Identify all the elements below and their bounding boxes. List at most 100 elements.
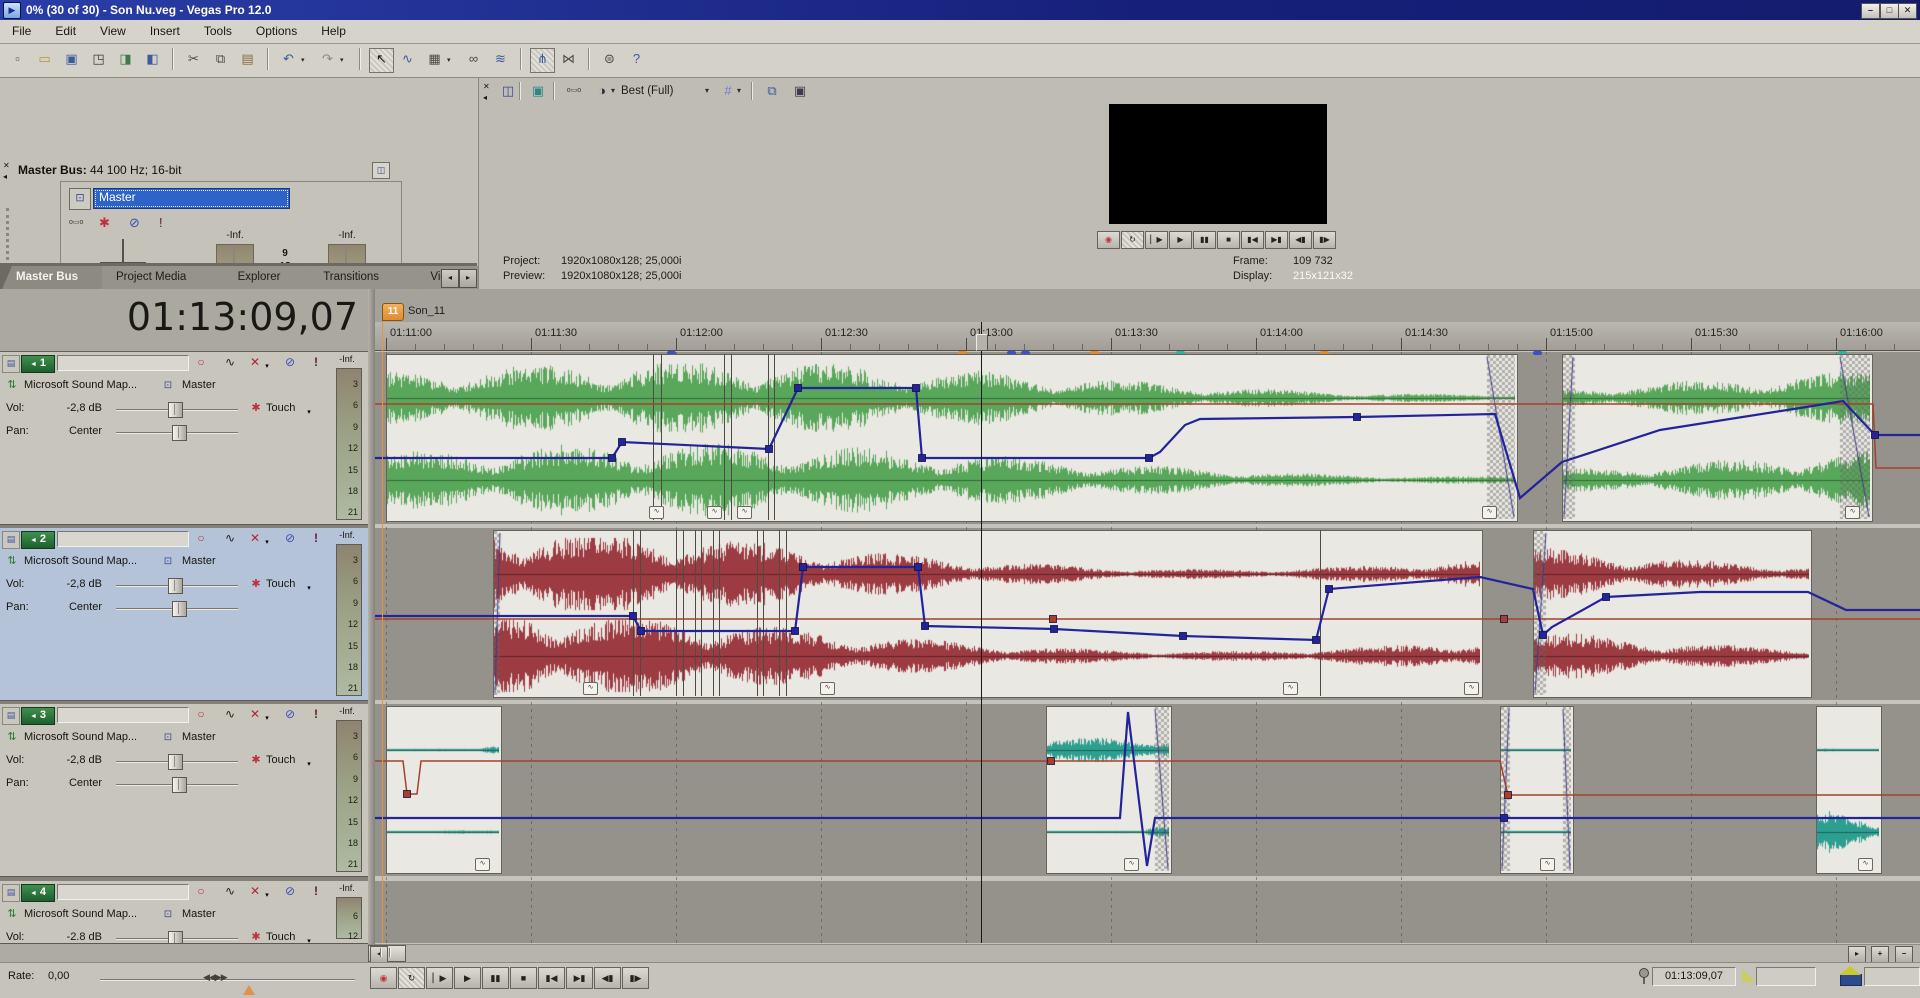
event-split[interactable] <box>695 530 696 696</box>
track-number-badge[interactable]: ◄4 <box>21 884 55 902</box>
track-name-field[interactable] <box>57 707 189 723</box>
loop-playback-button[interactable]: ↻ <box>1121 231 1144 249</box>
track-grip-icon[interactable]: ▤ <box>2 355 20 373</box>
redo-dropdown-icon[interactable]: ▾ <box>340 56 344 64</box>
time-ruler[interactable]: 01:11:0001:11:3001:12:0001:12:3001:13:00… <box>375 322 1920 351</box>
paste-icon[interactable]: ▤ <box>236 48 259 71</box>
audio-event[interactable] <box>386 354 1518 522</box>
enable-snapping-icon[interactable]: ⋔ <box>530 48 555 73</box>
bus-name[interactable]: Master <box>182 908 216 920</box>
previous-frame-button[interactable]: ◀▮ <box>594 967 621 989</box>
edit-cursor[interactable] <box>981 322 982 943</box>
next-frame-button[interactable]: ▮▶ <box>622 967 649 989</box>
minimize-button[interactable]: – <box>1861 3 1880 19</box>
overlay-grid-icon[interactable]: # <box>717 81 739 101</box>
cursor-grip[interactable] <box>976 334 988 351</box>
split-screen-icon[interactable]: ◑ <box>591 81 613 101</box>
dock-window-icon[interactable]: ◫ <box>372 162 390 179</box>
meter-clip-left[interactable]: -Inf. <box>216 230 254 241</box>
event-fx-icon[interactable]: ∿ <box>1124 858 1139 871</box>
device-name[interactable]: Microsoft Sound Map... <box>24 908 137 920</box>
rate-scrub-handle[interactable]: ◀◀▶▶ <box>203 972 227 983</box>
pan-value[interactable]: Center <box>50 425 102 437</box>
volume-slider-thumb[interactable] <box>168 402 183 418</box>
scroll-left-icon[interactable]: ◂ <box>370 946 388 963</box>
automation-dropdown-icon[interactable]: ▾ <box>304 934 314 944</box>
project-properties-icon[interactable]: ◳ <box>87 48 110 71</box>
normal-edit-tool-icon[interactable]: ↖ <box>369 48 394 73</box>
solo-icon[interactable]: ! <box>306 355 326 371</box>
event-fx-icon[interactable]: ∿ <box>1283 682 1298 695</box>
go-to-start-button[interactable]: ▮◀ <box>538 967 565 989</box>
track-name-field[interactable] <box>57 884 189 900</box>
bus-assign-icon[interactable]: ⊡ <box>160 378 176 394</box>
event-fx-icon[interactable]: ∿ <box>1858 858 1873 871</box>
stop-button[interactable]: ■ <box>1217 231 1240 249</box>
solo-icon[interactable]: ! <box>159 215 163 231</box>
automation-mode[interactable]: Touch <box>266 931 295 943</box>
menu-item-tools[interactable]: Tools <box>192 20 244 43</box>
marker-bar[interactable]: 11 Son_11 <box>375 289 1920 323</box>
event-fx-icon[interactable]: ∿ <box>583 682 598 695</box>
redo-icon[interactable]: ↷ <box>316 48 339 71</box>
menu-item-help[interactable]: Help <box>309 20 358 43</box>
go-to-end-button[interactable]: ▶▮ <box>1265 231 1288 249</box>
copy-snapshot-icon[interactable]: ⧉ <box>761 81 783 101</box>
ignore-event-grouping-icon[interactable]: ∞ <box>462 48 485 71</box>
record-button[interactable]: ◉ <box>370 967 397 989</box>
record-button[interactable]: ◉ <box>1097 231 1120 249</box>
event-split[interactable] <box>653 354 654 520</box>
record-arm-icon[interactable]: ○ <box>191 355 211 371</box>
event-fx-icon[interactable]: ∿ <box>1464 682 1479 695</box>
audio-event[interactable] <box>386 706 502 874</box>
event-split[interactable] <box>779 530 780 696</box>
track-envelope-icon[interactable]: ∿ <box>220 355 240 371</box>
selection-end-box[interactable] <box>1864 967 1920 986</box>
capture-video-icon[interactable]: ◧ <box>141 48 164 71</box>
event-split[interactable] <box>633 530 634 696</box>
track-header-1[interactable]: ▤◄1○∿✕▾⊘!⇅Microsoft Sound Map...⊡MasterV… <box>0 352 368 525</box>
audio-event[interactable] <box>1562 354 1873 522</box>
mute-icon[interactable]: ⊘ <box>280 707 300 723</box>
save-snapshot-icon[interactable]: ▣ <box>789 81 811 101</box>
audio-event[interactable] <box>1816 706 1882 874</box>
event-split[interactable] <box>786 530 787 696</box>
rate-slider-groove[interactable] <box>100 979 355 981</box>
track-fx-dropdown-icon[interactable]: ▾ <box>262 711 272 727</box>
zoom-in-icon[interactable]: + <box>1871 946 1889 963</box>
solo-icon[interactable]: ! <box>306 531 326 547</box>
automation-settings-icon[interactable]: ✱ <box>246 753 266 769</box>
automation-settings-icon[interactable]: ✱ <box>246 930 266 944</box>
selection-edit-tool-dropdown-icon[interactable]: ▾ <box>447 56 451 64</box>
mute-icon[interactable]: ⊘ <box>129 215 140 231</box>
play-from-start-button[interactable]: ▏▶ <box>426 967 453 989</box>
go-to-start-button[interactable]: ▮◀ <box>1241 231 1264 249</box>
panel-collapse-icon[interactable]: ◂ <box>483 93 487 102</box>
bus-assign-icon[interactable]: ⊡ <box>160 730 176 746</box>
track-header-4[interactable]: ▤◄4○∿✕▾⊘!⇅Microsoft Sound Map...⊡MasterV… <box>0 881 368 944</box>
automation-dropdown-icon[interactable]: ▾ <box>304 581 314 597</box>
mute-icon[interactable]: ⊘ <box>280 531 300 547</box>
menu-item-edit[interactable]: Edit <box>43 20 88 43</box>
track-number-badge[interactable]: ◄3 <box>21 707 55 725</box>
panel-grip[interactable] <box>6 208 12 266</box>
marker-tag[interactable]: 11 <box>382 303 404 321</box>
event-split[interactable] <box>1320 530 1321 696</box>
event-split[interactable] <box>724 354 725 520</box>
selection-start-box[interactable] <box>1756 967 1816 986</box>
previous-frame-button[interactable]: ◀▮ <box>1289 231 1312 249</box>
event-fx-icon[interactable]: ∿ <box>737 506 752 519</box>
tab-scroll-right-icon[interactable]: ▸ <box>459 269 477 288</box>
track-envelope-icon[interactable]: ∿ <box>220 884 240 900</box>
track-fx-dropdown-icon[interactable]: ▾ <box>262 888 272 904</box>
whats-this-help-icon[interactable]: ? <box>625 48 648 71</box>
solo-icon[interactable]: ! <box>306 707 326 723</box>
audio-event[interactable] <box>1533 530 1812 698</box>
automation-mode[interactable]: Touch <box>266 754 295 766</box>
menu-item-insert[interactable]: Insert <box>138 20 192 43</box>
volume-value[interactable]: -2.8 dB <box>50 931 102 943</box>
track-grip-icon[interactable]: ▤ <box>2 707 20 725</box>
pin-icon[interactable] <box>1637 967 1651 985</box>
panel-close-icon[interactable]: ✕ <box>483 82 490 91</box>
selection-edit-tool-icon[interactable]: ▦ <box>423 48 446 71</box>
